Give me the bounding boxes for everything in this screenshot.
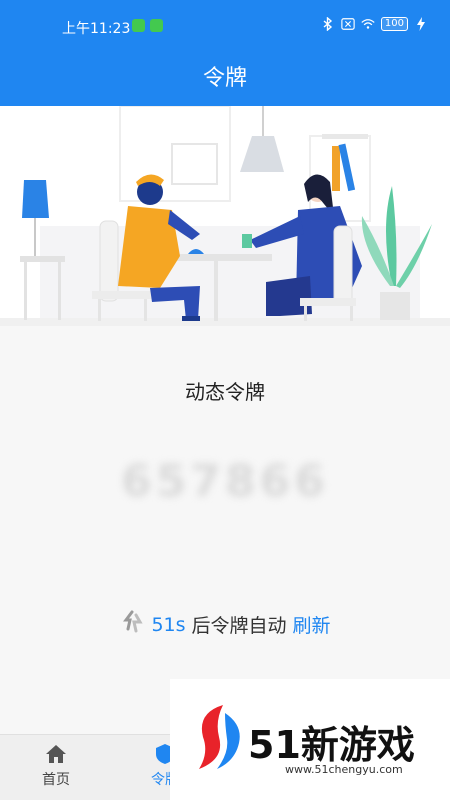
refresh-link[interactable]: 刷新 <box>293 611 331 638</box>
nav-item-home[interactable]: 首页 <box>21 743 91 789</box>
status-time: 上午11:23 <box>62 21 131 37</box>
page-title: 令牌 <box>202 66 247 91</box>
sim-off-icon <box>341 17 355 31</box>
battery-indicator: 100 <box>380 17 408 31</box>
nav-label-home: 首页 <box>42 772 70 788</box>
token-panel: 动态令牌 657866 51s 后令牌自动 刷新 <box>0 326 450 734</box>
status-icons: 100 <box>321 17 428 31</box>
charging-icon <box>414 17 428 31</box>
token-label: 动态令牌 <box>185 380 265 404</box>
refresh-text: 后令牌自动 <box>191 615 287 637</box>
notification-icon <box>132 19 145 32</box>
countdown-seconds: 51s <box>151 613 186 636</box>
watermark-url: www.51chengyu.com <box>285 763 403 776</box>
watermark-overlay: 51新游戏 www.51chengyu.com <box>170 679 450 800</box>
bluetooth-icon <box>321 17 335 31</box>
notification-icon <box>150 19 163 32</box>
wifi-icon <box>361 17 375 31</box>
watermark-brand: 51新游戏 <box>248 723 415 767</box>
status-bar: 上午11:23 100 <box>0 0 450 52</box>
app-header: 上午11:23 100 令牌 <box>0 0 450 106</box>
token-code: 657866 <box>121 456 329 507</box>
refresh-icon[interactable] <box>119 609 145 640</box>
header-illustration <box>0 106 450 326</box>
home-icon <box>44 743 68 765</box>
watermark-logo <box>195 703 245 777</box>
refresh-row: 51s 后令牌自动 刷新 <box>0 609 450 640</box>
